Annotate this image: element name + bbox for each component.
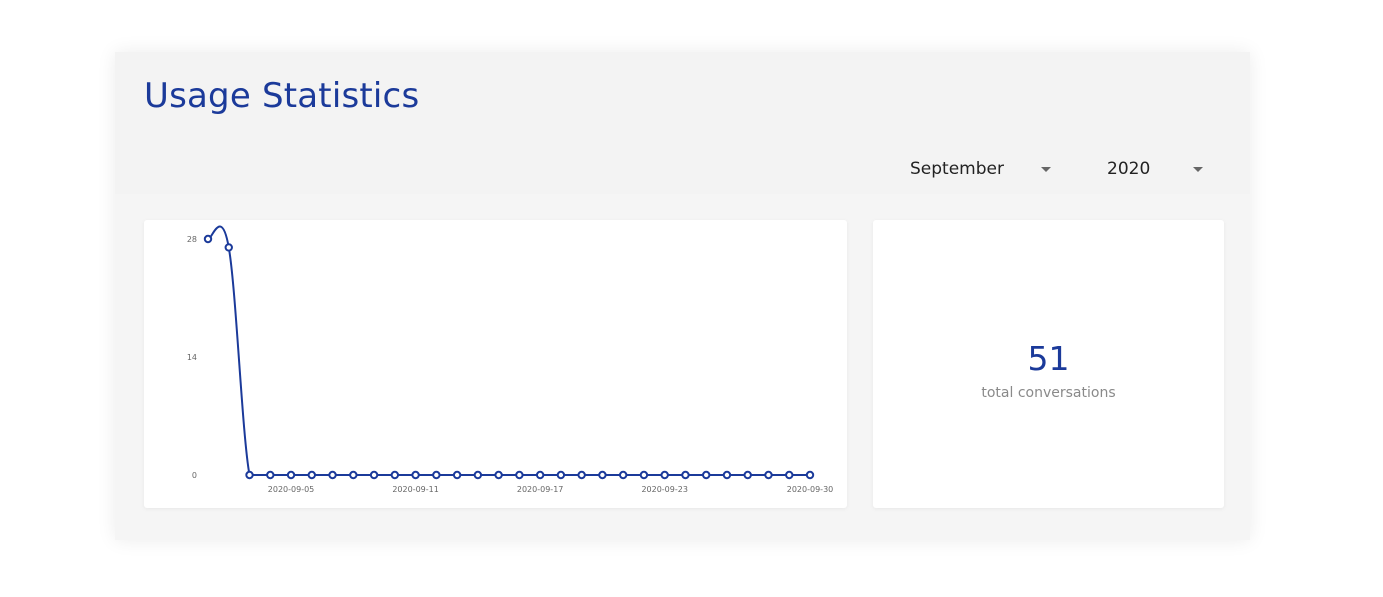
data-point xyxy=(411,470,420,480)
panel-header: Usage Statistics September 2020 xyxy=(115,52,1250,194)
data-point xyxy=(432,470,441,480)
data-point xyxy=(598,470,607,480)
data-point xyxy=(556,470,566,480)
caret-down-icon xyxy=(1041,167,1051,172)
data-point xyxy=(349,470,358,480)
data-point xyxy=(660,470,669,480)
x-tick-label: 2020-09-11 xyxy=(392,485,439,494)
total-conversations-card: 51 total conversations xyxy=(873,220,1224,508)
data-point xyxy=(639,470,649,480)
series-line xyxy=(207,225,810,476)
data-point xyxy=(307,470,316,480)
data-point xyxy=(702,470,711,480)
chart-card: 0 14 28 2020-09-05 2020-09-11 2020-09-17 2020-… xyxy=(144,220,847,508)
total-conversations-value: 51 xyxy=(1027,339,1070,378)
data-point xyxy=(224,243,233,252)
year-select-value: 2020 xyxy=(1107,159,1151,179)
data-point xyxy=(473,470,483,480)
data-point xyxy=(785,470,794,480)
y-tick-label: 28 xyxy=(187,235,197,244)
year-select[interactable]: 2020 xyxy=(1107,156,1212,182)
data-point xyxy=(286,470,296,480)
data-point xyxy=(535,470,545,480)
data-point xyxy=(266,470,275,480)
month-select[interactable]: September xyxy=(910,156,1060,182)
data-point xyxy=(203,234,213,244)
page-title: Usage Statistics xyxy=(144,76,420,116)
x-tick-label: 2020-09-17 xyxy=(517,485,564,494)
conversations-line-chart: 0 14 28 2020-09-05 2020-09-11 2020-09-17 2020-… xyxy=(187,225,834,494)
total-conversations-label: total conversations xyxy=(981,385,1116,401)
data-point xyxy=(390,470,400,480)
data-point xyxy=(743,470,752,480)
usage-statistics-panel: Usage Statistics September 2020 0 14 28 202… xyxy=(115,52,1250,540)
data-point xyxy=(805,470,815,480)
data-point xyxy=(618,470,628,480)
data-point xyxy=(681,470,690,480)
y-tick-label: 14 xyxy=(187,353,197,362)
x-tick-label: 2020-09-05 xyxy=(268,485,315,494)
data-point xyxy=(515,470,524,480)
month-select-value: September xyxy=(910,159,1004,179)
data-point xyxy=(328,470,337,480)
caret-down-icon xyxy=(1193,167,1203,172)
data-point xyxy=(722,470,732,480)
data-point xyxy=(764,470,773,480)
x-tick-label: 2020-09-23 xyxy=(641,485,688,494)
data-point xyxy=(577,470,586,480)
data-point xyxy=(494,470,503,480)
data-point xyxy=(245,470,254,480)
x-tick-label: 2020-09-30 xyxy=(787,485,834,494)
data-point xyxy=(452,470,462,480)
data-point xyxy=(369,470,379,480)
y-tick-label: 0 xyxy=(192,471,197,480)
